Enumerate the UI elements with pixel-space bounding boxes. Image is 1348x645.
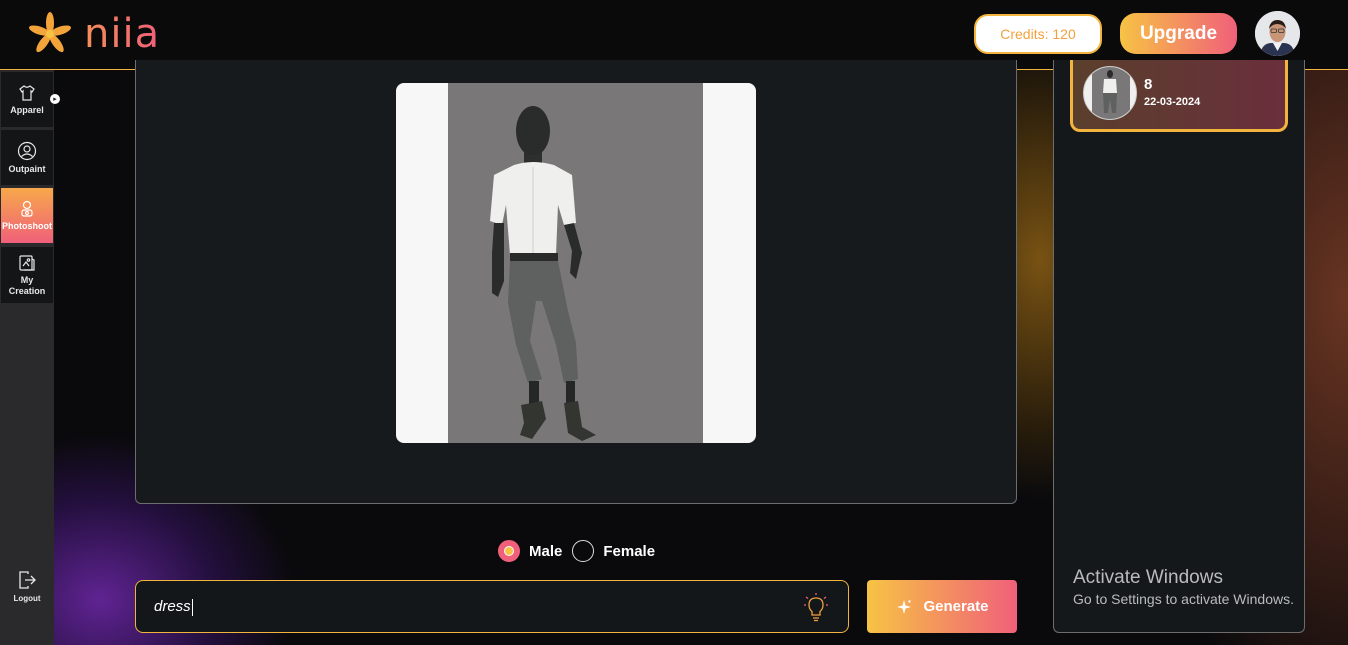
history-item-count: 8 — [1144, 76, 1153, 93]
text-caret — [191, 598, 193, 616]
activate-windows-watermark: Activate Windows Go to Settings to activ… — [1073, 567, 1294, 609]
sidebar-item-outpaint[interactable]: Outpaint — [1, 130, 53, 185]
watermark-subtitle: Go to Settings to activate Windows. — [1073, 591, 1294, 607]
uploaded-image[interactable] — [396, 83, 756, 443]
gender-selector: Male Female — [498, 539, 665, 563]
avatar[interactable] — [1255, 11, 1300, 56]
camera-person-icon — [21, 200, 33, 217]
prompt-value: dress — [154, 598, 193, 616]
history-item-date: 22-03-2024 — [1144, 96, 1201, 108]
sidebar-item-label: Outpaint — [8, 163, 46, 174]
gender-radio-female[interactable] — [572, 540, 595, 562]
radio-dot — [504, 546, 514, 556]
generate-label: Generate — [923, 598, 989, 615]
generate-button[interactable]: Generate — [867, 580, 1017, 633]
history-panel — [1053, 60, 1305, 633]
app-name: niia — [84, 11, 161, 57]
upgrade-button[interactable]: Upgrade — [1120, 13, 1237, 54]
sidebar-item-label: Apparel — [10, 104, 44, 115]
gallery-icon — [19, 254, 35, 271]
shirt-icon — [19, 84, 35, 101]
user-photo-icon — [1255, 11, 1300, 56]
watermark-title: Activate Windows — [1073, 567, 1223, 588]
lightbulb-icon[interactable] — [802, 592, 830, 622]
mannequin-image — [490, 106, 596, 441]
flower-logo-icon — [29, 12, 71, 53]
chevron-right-icon: ▸ — [53, 96, 57, 103]
sidebar-item-apparel[interactable]: Apparel — [1, 72, 53, 127]
gender-label-male: Male — [529, 542, 563, 560]
gender-radio-male[interactable] — [498, 540, 520, 562]
sidebar-item-photoshoot[interactable]: Photoshoot — [1, 188, 53, 243]
logout-icon — [19, 571, 36, 589]
gender-label-female: Female — [603, 542, 656, 560]
history-item[interactable]: 8 22-03-2024 — [1070, 60, 1288, 132]
logout-label: Logout — [13, 594, 41, 603]
credits-badge[interactable]: Credits: 120 — [974, 14, 1102, 54]
sidebar-collapse-toggle[interactable]: ▸ — [50, 94, 60, 104]
sparkle-icon — [897, 599, 912, 614]
sidebar-item-label: Photoshoot — [2, 220, 52, 231]
sidebar-item-label: My Creation — [8, 274, 46, 296]
prompt-value-text: dress — [154, 598, 191, 615]
user-circle-icon — [17, 141, 37, 160]
mannequin-thumbnail-icon — [1092, 67, 1130, 119]
prompt-input[interactable]: dress — [135, 580, 849, 633]
sidebar-item-my-creation[interactable]: My Creation — [1, 247, 53, 303]
app-logo[interactable]: niia — [26, 10, 160, 58]
logout-button[interactable]: Logout — [1, 570, 53, 610]
history-thumbnail — [1083, 66, 1137, 120]
